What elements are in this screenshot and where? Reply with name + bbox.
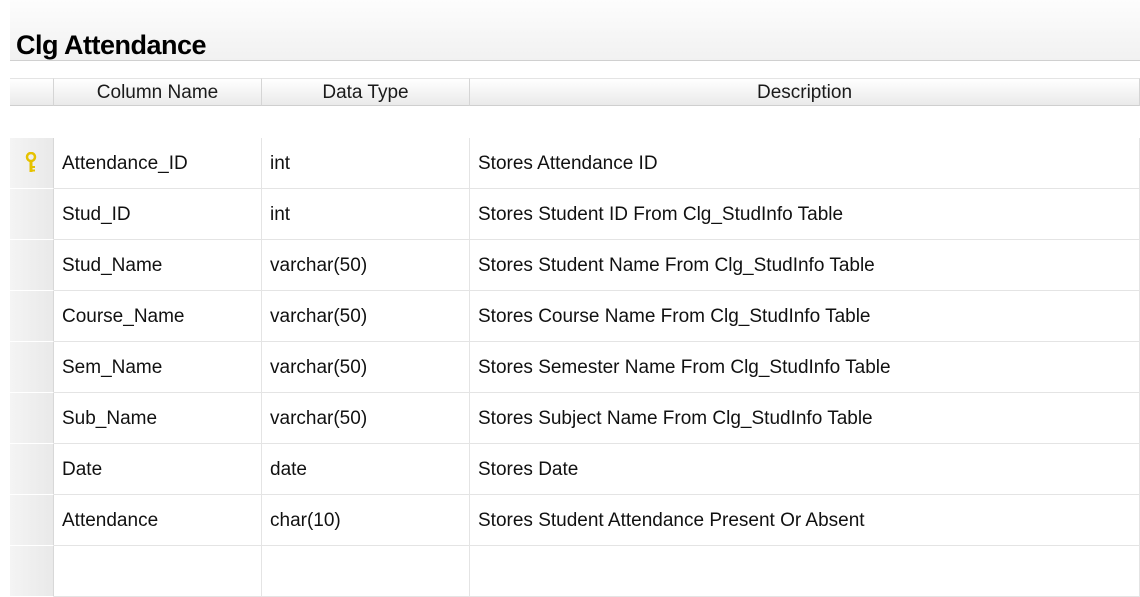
data-type-cell[interactable]: varchar(50) [262, 393, 470, 444]
row-selector[interactable] [10, 546, 54, 597]
data-type-cell[interactable] [262, 546, 470, 597]
column-name-cell[interactable]: Stud_ID [54, 189, 262, 240]
table-row[interactable]: Stud_ID int Stores Student ID From Clg_Stu… [10, 189, 1140, 240]
row-selector[interactable] [10, 138, 54, 189]
table-row[interactable]: Sem_Name varchar(50) Stores Semester Name … [10, 342, 1140, 393]
table-row[interactable]: Course_Name varchar(50) Stores Course Name… [10, 291, 1140, 342]
description-cell[interactable]: Stores Student ID From Clg_StudInfo Tabl… [470, 189, 1140, 240]
row-selector[interactable] [10, 240, 54, 291]
column-name-cell[interactable] [54, 546, 262, 597]
column-name-cell[interactable]: Stud_Name [54, 240, 262, 291]
description-cell[interactable]: Stores Semester Name From Clg_StudInfo T… [470, 342, 1140, 393]
column-name-cell[interactable]: Sem_Name [54, 342, 262, 393]
table-title-bar: Clg Attendance [10, 0, 1140, 61]
header-selector [10, 78, 54, 106]
row-selector[interactable] [10, 444, 54, 495]
grid-header: Column Name Data Type Description [10, 60, 1140, 106]
data-type-cell[interactable]: int [262, 189, 470, 240]
table-row[interactable]: Attendance char(10) Stores Student Attenda… [10, 495, 1140, 546]
data-type-cell[interactable]: varchar(50) [262, 342, 470, 393]
table-designer-window: Clg Attendance Column Name Data Type Des… [10, 0, 1140, 597]
table-row[interactable] [10, 546, 1140, 597]
column-name-cell[interactable]: Attendance_ID [54, 138, 262, 189]
table-row[interactable]: Sub_Name varchar(50) Stores Subject Name F… [10, 393, 1140, 444]
key-icon [25, 152, 37, 172]
row-selector[interactable] [10, 291, 54, 342]
description-cell[interactable]: Stores Date [470, 444, 1140, 495]
table-title: Clg Attendance [16, 30, 207, 60]
data-type-cell[interactable]: int [262, 138, 470, 189]
column-name-cell[interactable]: Date [54, 444, 262, 495]
description-cell[interactable]: Stores Student Name From Clg_StudInfo Ta… [470, 240, 1140, 291]
header-data-type[interactable]: Data Type [262, 78, 470, 106]
description-cell[interactable]: Stores Course Name From Clg_StudInfo Tab… [470, 291, 1140, 342]
column-name-cell[interactable]: Course_Name [54, 291, 262, 342]
table-row[interactable]: Stud_Name varchar(50) Stores Student Name … [10, 240, 1140, 291]
table-row[interactable]: Date date Stores Date [10, 444, 1140, 495]
data-type-cell[interactable]: date [262, 444, 470, 495]
description-cell[interactable]: Stores Subject Name From Clg_StudInfo Ta… [470, 393, 1140, 444]
row-selector[interactable] [10, 495, 54, 546]
description-cell[interactable] [470, 546, 1140, 597]
column-name-cell[interactable]: Attendance [54, 495, 262, 546]
row-selector[interactable] [10, 189, 54, 240]
description-cell[interactable]: Stores Student Attendance Present Or Abs… [470, 495, 1140, 546]
column-name-cell[interactable]: Sub_Name [54, 393, 262, 444]
data-type-cell[interactable]: varchar(50) [262, 240, 470, 291]
data-type-cell[interactable]: char(10) [262, 495, 470, 546]
column-grid: Column Name Data Type Description Attend… [10, 60, 1140, 597]
description-cell[interactable]: Stores Attendance ID [470, 138, 1140, 189]
row-selector[interactable] [10, 393, 54, 444]
data-type-cell[interactable]: varchar(50) [262, 291, 470, 342]
row-selector[interactable] [10, 342, 54, 393]
table-row[interactable]: Attendance_ID int Stores Attendance ID [10, 138, 1140, 189]
header-description[interactable]: Description [470, 78, 1140, 106]
header-column-name[interactable]: Column Name [54, 78, 262, 106]
